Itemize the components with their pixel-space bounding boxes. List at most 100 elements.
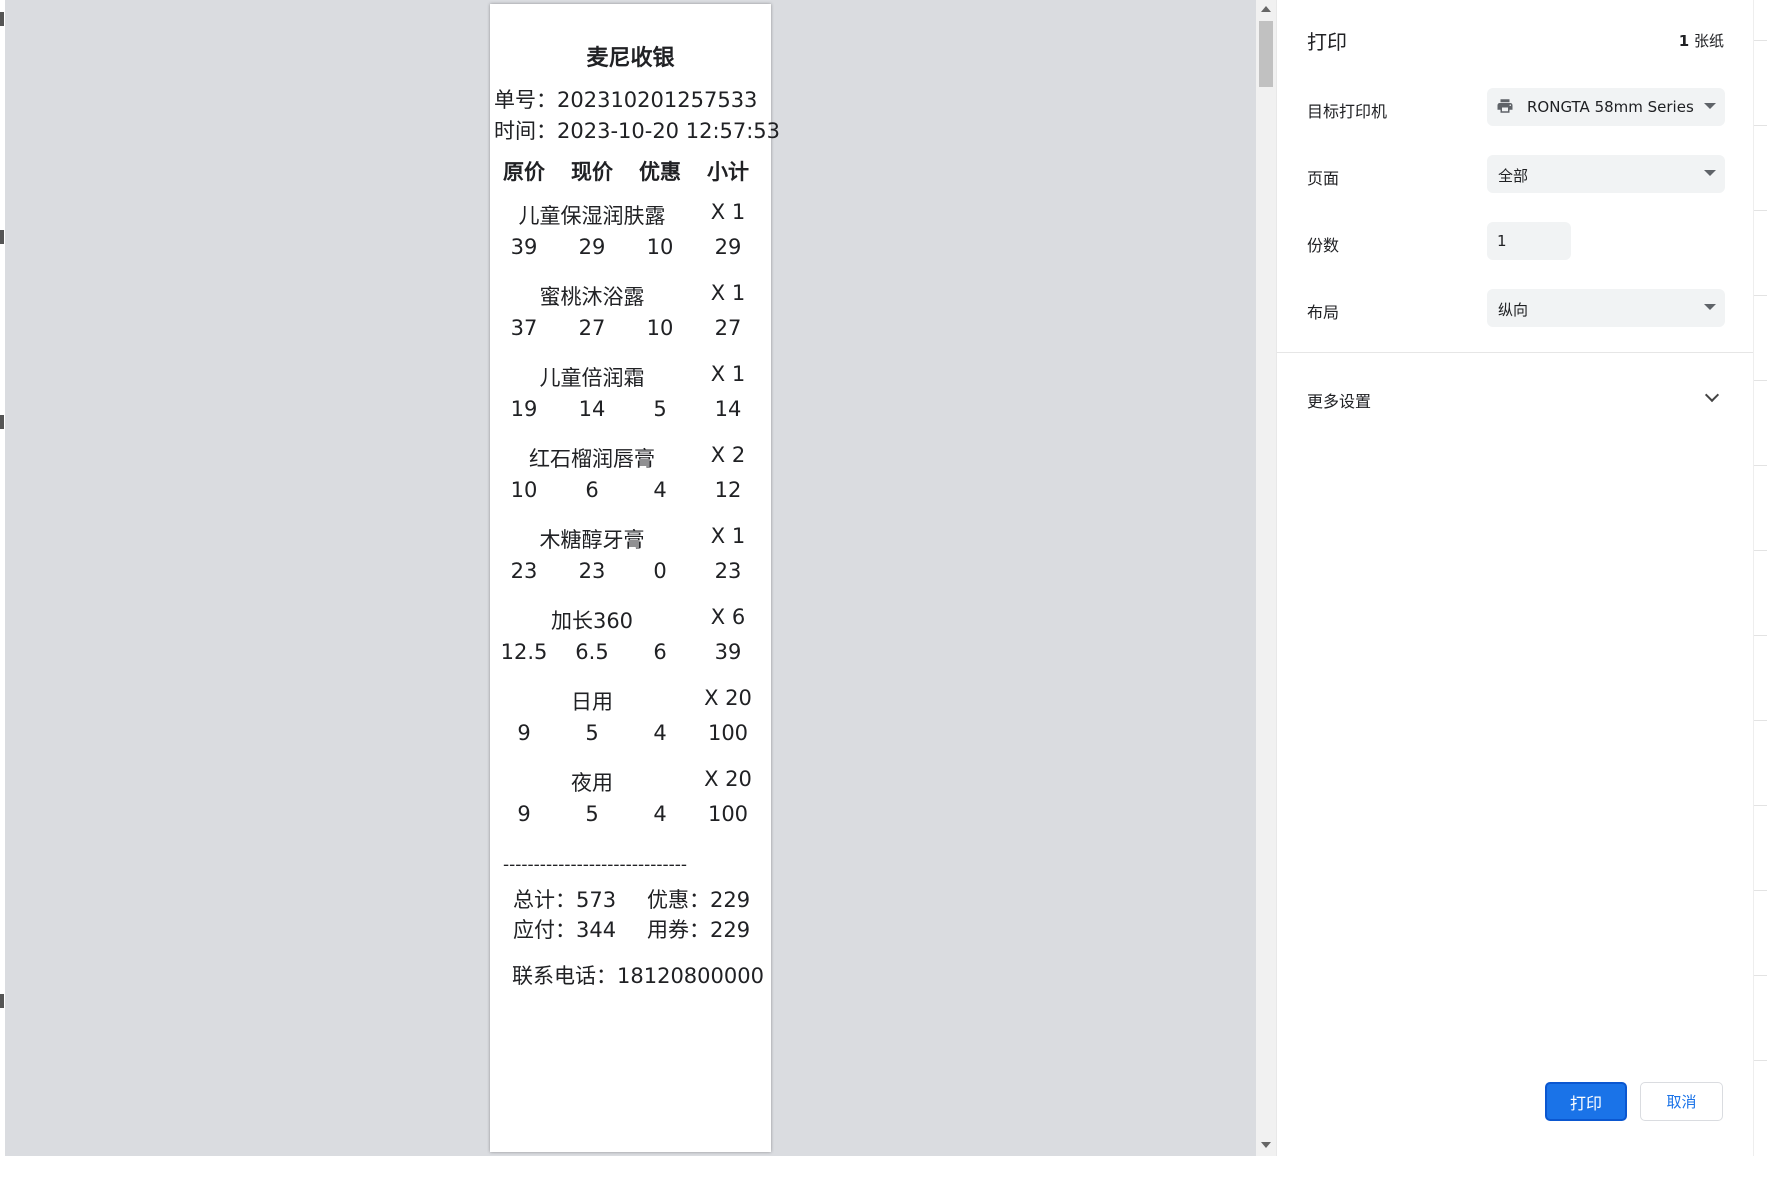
item-subtotal: 39 bbox=[714, 640, 742, 664]
item-current-price: 5 bbox=[585, 721, 599, 745]
receipt-item: 加长360 X 6 12.5 6.5 6 39 bbox=[490, 605, 771, 685]
item-current-price: 29 bbox=[578, 235, 606, 259]
item-subtotal: 29 bbox=[714, 235, 742, 259]
sheet-count-unit: 张纸 bbox=[1693, 32, 1724, 50]
item-discount: 4 bbox=[653, 802, 667, 826]
preview-scrollbar[interactable] bbox=[1256, 0, 1276, 1156]
header-subtotal: 小计 bbox=[707, 160, 749, 184]
item-original-price: 9 bbox=[517, 721, 531, 745]
item-name: 红石榴润唇膏 bbox=[529, 447, 655, 471]
item-original-price: 39 bbox=[510, 235, 538, 259]
item-name: 蜜桃沐浴露 bbox=[539, 285, 645, 309]
header-current-price: 现价 bbox=[571, 160, 613, 184]
receipt-item: 儿童保湿润肤露 X 1 39 29 10 29 bbox=[490, 200, 771, 280]
sheet-count-number: 1 bbox=[1678, 32, 1690, 50]
item-name: 夜用 bbox=[571, 771, 613, 795]
print-settings-panel: 打印 1 张纸 目标打印机 RONGTA 58mm Series 页面 全部 份… bbox=[1276, 0, 1754, 1156]
background-line bbox=[1754, 380, 1767, 381]
receipt-time: 时间：2023-10-20 12:57:53 bbox=[494, 119, 781, 143]
pages-value: 全部 bbox=[1498, 167, 1529, 185]
background-line bbox=[1754, 550, 1767, 551]
more-settings-toggle[interactable]: 更多设置 bbox=[1307, 387, 1727, 416]
item-subtotal: 23 bbox=[714, 559, 742, 583]
item-discount: 4 bbox=[653, 721, 667, 745]
item-current-price: 23 bbox=[578, 559, 606, 583]
item-quantity: X 1 bbox=[710, 281, 746, 305]
background-mark bbox=[0, 994, 4, 1008]
item-discount: 6 bbox=[653, 640, 667, 664]
chevron-down-icon bbox=[1704, 170, 1716, 176]
item-discount: 4 bbox=[653, 478, 667, 502]
background-line bbox=[1754, 125, 1767, 126]
background-line bbox=[1754, 40, 1767, 41]
printer-icon bbox=[1497, 99, 1513, 113]
item-current-price: 14 bbox=[578, 397, 606, 421]
background-mark bbox=[0, 415, 4, 429]
background-line bbox=[1754, 465, 1767, 466]
printer-label: 目标打印机 bbox=[1307, 102, 1388, 121]
background-mark bbox=[0, 12, 4, 26]
item-current-price: 6.5 bbox=[575, 640, 609, 664]
chevron-down-icon bbox=[1704, 103, 1716, 109]
printer-select[interactable]: RONGTA 58mm Series bbox=[1487, 88, 1725, 126]
item-subtotal: 27 bbox=[714, 316, 742, 340]
item-quantity: X 20 bbox=[704, 767, 752, 791]
item-name: 儿童保湿润肤露 bbox=[518, 204, 666, 228]
item-discount: 0 bbox=[653, 559, 667, 583]
item-subtotal: 12 bbox=[714, 478, 742, 502]
cancel-button[interactable]: 取消 bbox=[1640, 1082, 1723, 1121]
panel-divider bbox=[1277, 352, 1753, 353]
header-discount: 优惠 bbox=[639, 160, 681, 184]
chevron-down-icon bbox=[1704, 304, 1716, 310]
more-settings-label: 更多设置 bbox=[1307, 392, 1372, 411]
panel-title: 打印 bbox=[1307, 30, 1347, 54]
item-quantity: X 1 bbox=[710, 362, 746, 386]
item-original-price: 12.5 bbox=[500, 640, 548, 664]
scroll-down-arrow-icon[interactable] bbox=[1261, 1142, 1271, 1148]
item-quantity: X 1 bbox=[710, 200, 746, 224]
sheet-count: 1 张纸 bbox=[1679, 30, 1724, 51]
layout-label: 布局 bbox=[1307, 303, 1340, 322]
receipt-separator: ------------------------------ bbox=[503, 855, 688, 875]
background-line bbox=[1754, 635, 1767, 636]
receipt-payable: 应付：344 bbox=[513, 918, 617, 942]
copies-input[interactable] bbox=[1487, 222, 1571, 260]
receipt-item: 日用 X 20 9 5 4 100 bbox=[490, 686, 771, 766]
receipt-phone: 联系电话：18120800000 bbox=[512, 964, 764, 988]
background-line bbox=[1754, 975, 1767, 976]
background-page-edge-right bbox=[1753, 0, 1767, 1156]
receipt-item: 木糖醇牙膏 X 1 23 23 0 23 bbox=[490, 524, 771, 604]
item-discount: 5 bbox=[653, 397, 667, 421]
chevron-down-icon bbox=[1704, 387, 1720, 403]
print-button[interactable]: 打印 bbox=[1545, 1082, 1627, 1121]
item-quantity: X 6 bbox=[710, 605, 746, 629]
layout-select[interactable]: 纵向 bbox=[1487, 289, 1725, 327]
pages-select[interactable]: 全部 bbox=[1487, 155, 1725, 193]
background-mark bbox=[0, 230, 4, 244]
printer-value: RONGTA 58mm Series bbox=[1527, 98, 1694, 116]
item-subtotal: 100 bbox=[707, 802, 749, 826]
scrollbar-thumb[interactable] bbox=[1259, 21, 1273, 87]
item-original-price: 19 bbox=[510, 397, 538, 421]
scroll-up-arrow-icon[interactable] bbox=[1261, 6, 1271, 12]
item-name: 木糖醇牙膏 bbox=[539, 528, 645, 552]
background-line bbox=[1754, 720, 1767, 721]
receipt-total: 总计：573 bbox=[513, 888, 617, 912]
item-subtotal: 14 bbox=[714, 397, 742, 421]
pages-label: 页面 bbox=[1307, 169, 1340, 188]
receipt-item: 儿童倍润霜 X 1 19 14 5 14 bbox=[490, 362, 771, 442]
item-original-price: 9 bbox=[517, 802, 531, 826]
receipt-item: 红石榴润唇膏 X 2 10 6 4 12 bbox=[490, 443, 771, 523]
item-quantity: X 1 bbox=[710, 524, 746, 548]
receipt-order-number: 单号：202310201257533 bbox=[494, 88, 758, 112]
receipt-discount-total: 优惠：229 bbox=[647, 888, 751, 912]
item-original-price: 37 bbox=[510, 316, 538, 340]
item-current-price: 6 bbox=[585, 478, 599, 502]
print-preview-area: 麦尼收银 单号：202310201257533 时间：2023-10-20 12… bbox=[5, 0, 1256, 1156]
background-line bbox=[1754, 805, 1767, 806]
receipt-title: 麦尼收银 bbox=[586, 46, 675, 71]
background-line bbox=[1754, 1060, 1767, 1061]
background-line bbox=[1754, 295, 1767, 296]
receipt-item: 蜜桃沐浴露 X 1 37 27 10 27 bbox=[490, 281, 771, 361]
header-original-price: 原价 bbox=[503, 160, 545, 184]
